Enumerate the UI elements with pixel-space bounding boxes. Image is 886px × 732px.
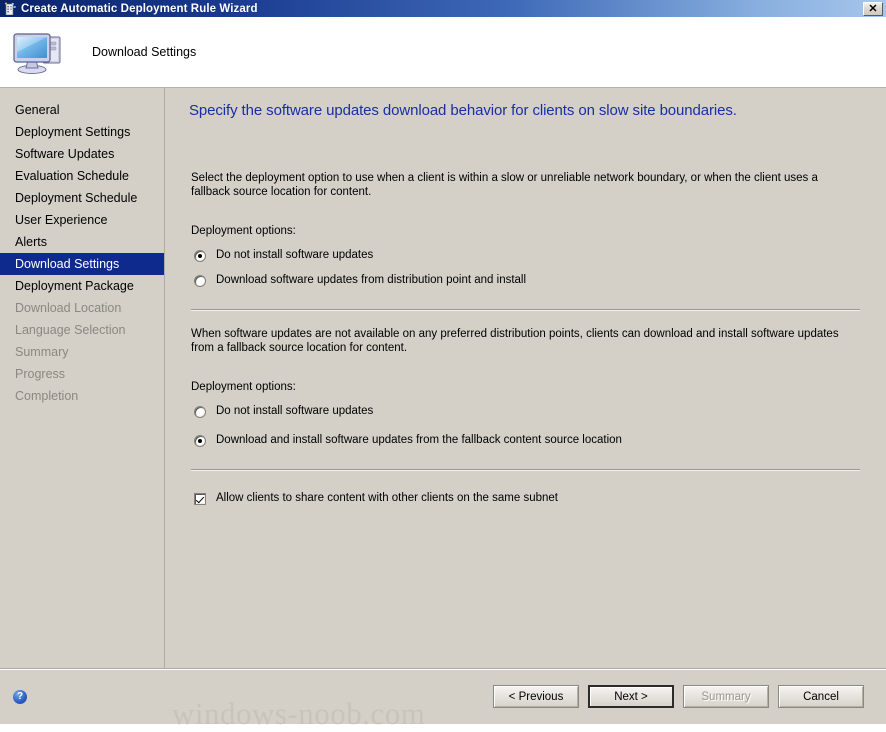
help-icon[interactable]: ? xyxy=(13,689,27,704)
share-content-checkbox-row[interactable]: Allow clients to share content with othe… xyxy=(194,492,864,505)
sidebar-item-software-updates[interactable]: Software Updates xyxy=(0,143,164,165)
radio-icon[interactable] xyxy=(194,406,206,418)
window-title: Create Automatic Deployment Rule Wizard xyxy=(21,2,258,15)
sidebar-item-deployment-schedule[interactable]: Deployment Schedule xyxy=(0,187,164,209)
wizard-window: Create Automatic Deployment Rule Wizard … xyxy=(0,0,886,731)
wizard-icon xyxy=(3,2,17,16)
intro-paragraph: Select the deployment option to use when… xyxy=(191,172,818,198)
radio-option-no-install-slow[interactable]: Do not install software updates xyxy=(194,249,864,262)
sidebar-item-general[interactable]: General xyxy=(0,99,164,121)
page-title: Specify the software updates download be… xyxy=(189,102,737,119)
radio-option-label: Download software updates from distribut… xyxy=(216,274,527,286)
wizard-content: Specify the software updates download be… xyxy=(165,88,886,668)
sidebar-item-download-location: Download Location xyxy=(15,301,122,315)
wizard-footer: ? < Previous Next > Summary Cancel windo… xyxy=(0,668,886,731)
radio-option-download-from-dp[interactable]: Download software updates from distribut… xyxy=(194,274,864,287)
header-title: Download Settings xyxy=(92,45,197,59)
share-content-checkbox-label: Allow clients to share content with othe… xyxy=(216,492,558,504)
wizard-header: Download Settings xyxy=(0,17,886,88)
radio-option-label: Do not install software updates xyxy=(216,249,374,261)
title-bar: Create Automatic Deployment Rule Wizard … xyxy=(0,0,886,17)
sidebar-item-progress: Progress xyxy=(15,367,66,381)
sidebar-item-download-settings[interactable]: Download Settings xyxy=(0,253,164,275)
sidebar-item-language-selection: Language Selection xyxy=(15,323,126,337)
next-button[interactable]: Next > xyxy=(588,685,674,708)
sidebar-item-summary: Summary xyxy=(15,345,69,359)
computer-icon xyxy=(12,26,70,78)
watermark: windows-noob.com xyxy=(172,696,426,731)
radio-option-label: Download and install software updates fr… xyxy=(216,434,622,446)
section-divider-1 xyxy=(191,309,860,311)
section-divider-2 xyxy=(191,469,860,471)
checkbox-icon[interactable] xyxy=(194,493,206,505)
sidebar-item-evaluation-schedule[interactable]: Evaluation Schedule xyxy=(0,165,164,187)
deployment-options-label-2: Deployment options: xyxy=(191,381,296,393)
previous-button[interactable]: < Previous xyxy=(493,685,579,708)
radio-icon[interactable] xyxy=(194,435,206,447)
deployment-options-label-1: Deployment options: xyxy=(191,225,296,237)
radio-icon[interactable] xyxy=(194,250,206,262)
radio-icon[interactable] xyxy=(194,275,206,287)
sidebar-item-completion: Completion xyxy=(15,389,79,403)
sidebar-item-alerts[interactable]: Alerts xyxy=(0,231,164,253)
radio-option-download-fallback[interactable]: Download and install software updates fr… xyxy=(194,434,864,447)
summary-button: Summary xyxy=(683,685,769,708)
wizard-body: General Deployment Settings Software Upd… xyxy=(0,88,886,668)
radio-option-no-install-fallback[interactable]: Do not install software updates xyxy=(194,405,864,418)
footer-left: ? xyxy=(0,689,165,704)
radio-option-label: Do not install software updates xyxy=(216,405,374,417)
sidebar-item-deployment-package[interactable]: Deployment Package xyxy=(0,275,164,297)
fallback-paragraph: When software updates are not available … xyxy=(191,328,839,354)
close-icon[interactable]: ✕ xyxy=(863,2,883,16)
sidebar-item-user-experience[interactable]: User Experience xyxy=(0,209,164,231)
cancel-button[interactable]: Cancel xyxy=(778,685,864,708)
sidebar-item-deployment-settings[interactable]: Deployment Settings xyxy=(0,121,164,143)
wizard-step-list: General Deployment Settings Software Upd… xyxy=(0,88,165,668)
